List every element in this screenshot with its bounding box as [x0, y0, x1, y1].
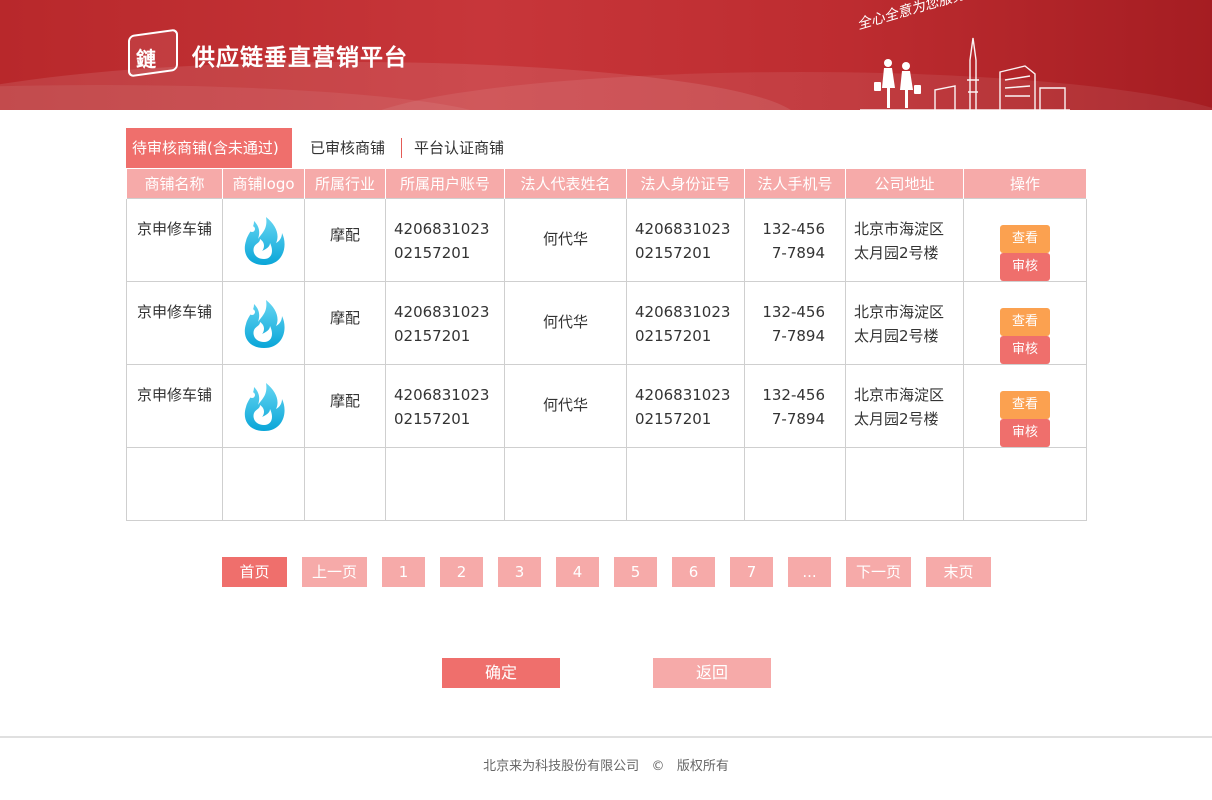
cell-phone: 132-4567-7894 [744, 198, 846, 282]
empty-cell [626, 447, 745, 521]
site-title: 供应链垂直营销平台 [192, 44, 408, 71]
page-number-button[interactable]: 1 [382, 557, 425, 587]
footer-divider [0, 736, 1212, 738]
empty-cell [845, 447, 964, 521]
back-button[interactable]: 返回 [653, 658, 771, 688]
header-shop-name: 商铺名称 [126, 168, 223, 199]
slogan: 全心全意为您服务! [855, 0, 973, 34]
header-banner: 鏈 供应链垂直营销平台 全心全意为您服务! [0, 0, 1212, 110]
shop-tabs: 待审核商铺(含未通过) 已审核商铺 平台认证商铺 [126, 128, 510, 168]
cell-id-number: 420683102302157201 [626, 364, 745, 448]
page-ellipsis[interactable]: ... [788, 557, 831, 587]
footer-rights: 版权所有 [676, 759, 729, 774]
cell-operations: 查看审核 [963, 281, 1087, 365]
empty-cell [304, 447, 386, 521]
page-number-button[interactable]: 5 [614, 557, 657, 587]
table-row: 京申修车铺 摩配 420683102302157201 何代华 42068310… [126, 281, 1087, 365]
empty-cell [963, 447, 1087, 521]
footer-company: 北京来为科技股份有限公司 [483, 759, 640, 774]
cell-phone: 132-4567-7894 [744, 364, 846, 448]
cell-industry: 摩配 [304, 281, 386, 365]
page-number-button[interactable]: 4 [556, 557, 599, 587]
cell-legal-name: 何代华 [504, 281, 627, 365]
flame-logo-icon [244, 217, 285, 265]
page-number-button[interactable]: 7 [730, 557, 773, 587]
empty-cell [222, 447, 305, 521]
cell-shop-name: 京申修车铺 [126, 364, 223, 448]
view-button[interactable]: 查看 [1000, 308, 1050, 336]
cell-legal-name: 何代华 [504, 364, 627, 448]
page-last-button[interactable]: 末页 [926, 557, 991, 587]
page-number-button[interactable]: 6 [672, 557, 715, 587]
empty-cell [504, 447, 627, 521]
header-legal-name: 法人代表姓名 [504, 168, 627, 199]
review-button[interactable]: 审核 [1000, 419, 1050, 447]
cell-id-number: 420683102302157201 [626, 281, 745, 365]
table-row: 京申修车铺 摩配 420683102302157201 何代华 42068310… [126, 364, 1087, 448]
table-row-empty [126, 447, 1087, 521]
site-logo[interactable]: 鏈 [128, 28, 178, 78]
cell-address: 北京市海淀区太月园2号楼 [845, 364, 964, 448]
cell-operations: 查看审核 [963, 198, 1087, 282]
cell-id-number: 420683102302157201 [626, 198, 745, 282]
header-shop-logo: 商铺logo [222, 168, 305, 199]
city-skyline-icon [860, 37, 1070, 110]
review-button[interactable]: 审核 [1000, 336, 1050, 364]
cell-account: 420683102302157201 [385, 198, 505, 282]
cell-shop-name: 京申修车铺 [126, 198, 223, 282]
confirm-button[interactable]: 确定 [442, 658, 560, 688]
header-phone: 法人手机号 [744, 168, 846, 199]
cell-shop-logo [222, 364, 305, 448]
empty-cell [744, 447, 846, 521]
cell-phone: 132-4567-7894 [744, 281, 846, 365]
page-number-button[interactable]: 2 [440, 557, 483, 587]
header-address: 公司地址 [845, 168, 964, 199]
cell-address: 北京市海淀区太月园2号楼 [845, 281, 964, 365]
header-industry: 所属行业 [304, 168, 386, 199]
page-number-button[interactable]: 3 [498, 557, 541, 587]
cell-shop-logo [222, 198, 305, 282]
view-button[interactable]: 查看 [1000, 225, 1050, 253]
flame-logo-icon [244, 383, 285, 431]
page-next-button[interactable]: 下一页 [846, 557, 911, 587]
shop-table: 商铺名称 商铺logo 所属行业 所属用户账号 法人代表姓名 法人身份证号 法人… [126, 168, 1087, 521]
cell-industry: 摩配 [304, 198, 386, 282]
table-row: 京申修车铺 摩配 420683102302157201 何代华 42068310… [126, 198, 1087, 282]
logo-glyph: 鏈 [136, 46, 156, 71]
cell-account: 420683102302157201 [385, 281, 505, 365]
view-button[interactable]: 查看 [1000, 391, 1050, 419]
cell-operations: 查看审核 [963, 364, 1087, 448]
empty-cell [385, 447, 505, 521]
header-operations: 操作 [963, 168, 1087, 199]
pagination: 首页 上一页 1 2 3 4 5 6 7 ... 下一页 末页 [0, 557, 1212, 587]
cell-shop-logo [222, 281, 305, 365]
header-account: 所属用户账号 [385, 168, 505, 199]
review-button[interactable]: 审核 [1000, 253, 1050, 281]
footer: 北京来为科技股份有限公司 © 版权所有 [0, 755, 1212, 774]
empty-cell [126, 447, 223, 521]
page-first-button[interactable]: 首页 [222, 557, 287, 587]
cell-account: 420683102302157201 [385, 364, 505, 448]
cell-industry: 摩配 [304, 364, 386, 448]
tab-pending-shops[interactable]: 待审核商铺(含未通过) [126, 128, 292, 168]
header-id-number: 法人身份证号 [626, 168, 745, 199]
cell-legal-name: 何代华 [504, 198, 627, 282]
cell-shop-name: 京申修车铺 [126, 281, 223, 365]
page-prev-button[interactable]: 上一页 [302, 557, 367, 587]
copyright-symbol: © [651, 759, 665, 774]
tab-approved-shops[interactable]: 已审核商铺 [304, 128, 401, 168]
table-header-row: 商铺名称 商铺logo 所属行业 所属用户账号 法人代表姓名 法人身份证号 法人… [126, 168, 1087, 199]
cell-address: 北京市海淀区太月园2号楼 [845, 198, 964, 282]
tab-certified-shops[interactable]: 平台认证商铺 [402, 128, 510, 168]
flame-logo-icon [244, 300, 285, 348]
